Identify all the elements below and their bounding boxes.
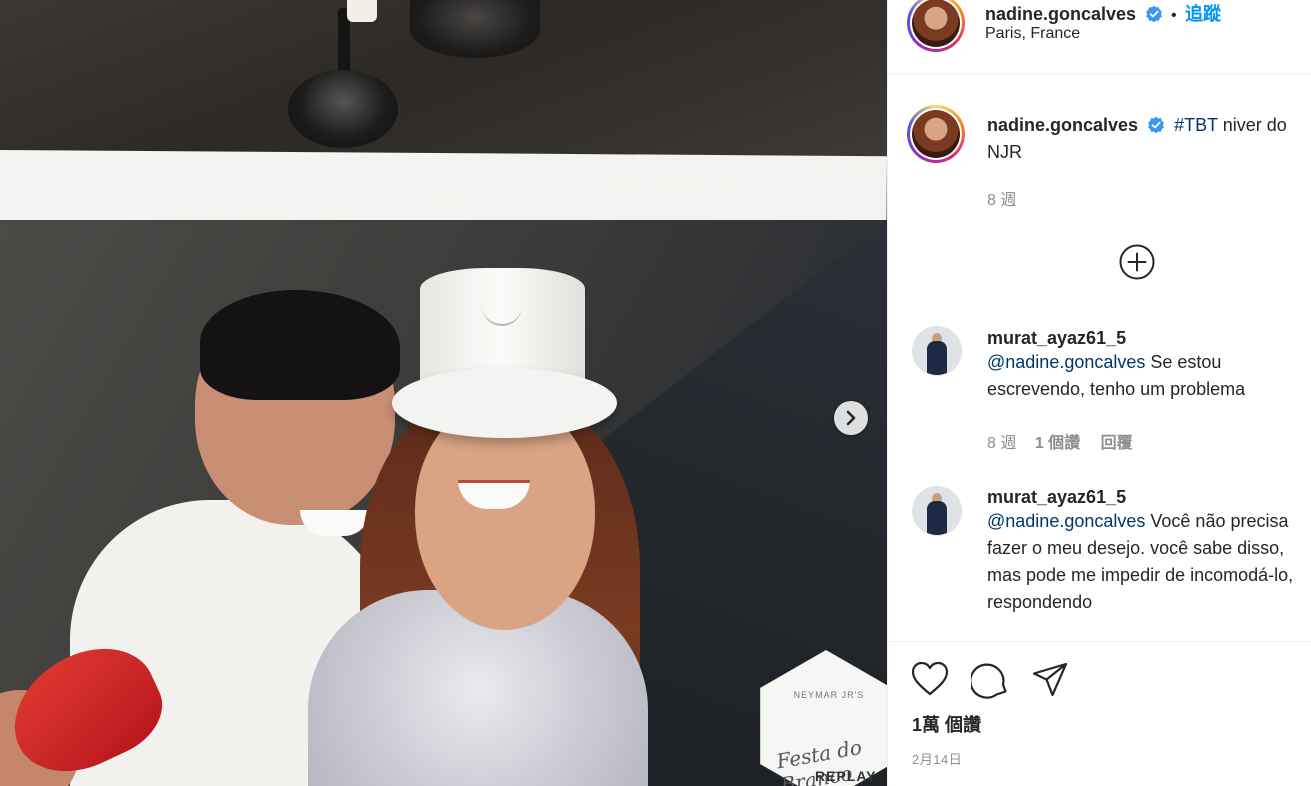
comment-body: @nadine.goncalves Você não precisa fazer… bbox=[987, 508, 1309, 616]
badge-title: NEYMAR JR'S bbox=[793, 690, 865, 700]
post-photo[interactable]: NEYMAR JR'S Festa do Branco REPLAY bbox=[0, 0, 887, 786]
post-header: nadine.goncalves • 追蹤 Paris, France bbox=[888, 0, 1311, 75]
caption-username[interactable]: nadine.goncalves bbox=[987, 115, 1138, 135]
author-avatar[interactable] bbox=[907, 0, 965, 52]
comment-item: murat_ayaz61_5 @nadine.goncalves Se esto… bbox=[987, 328, 1309, 403]
paper-plane-icon bbox=[1032, 662, 1068, 697]
commenter-avatar[interactable] bbox=[912, 326, 962, 376]
likes-count[interactable]: 1萬 個讚 bbox=[912, 711, 981, 737]
actions-divider bbox=[888, 641, 1311, 642]
comment-username[interactable]: murat_ayaz61_5 bbox=[987, 328, 1309, 349]
follow-button[interactable]: 追蹤 bbox=[1185, 4, 1221, 24]
share-button[interactable] bbox=[1031, 661, 1069, 704]
comment-mention[interactable]: @nadine.goncalves bbox=[987, 511, 1145, 531]
post-side-panel: nadine.goncalves • 追蹤 Paris, France nadi… bbox=[887, 0, 1311, 786]
candle-holder bbox=[288, 70, 398, 148]
candle bbox=[347, 0, 377, 22]
caption: nadine.goncalves #TBT niver do NJR bbox=[987, 112, 1309, 166]
header-title-row: nadine.goncalves • 追蹤 bbox=[985, 0, 1221, 26]
caption-line-1: nadine.goncalves #TBT niver do bbox=[987, 112, 1309, 139]
verified-badge-icon bbox=[1145, 5, 1162, 23]
post-date[interactable]: 2月14日 bbox=[912, 749, 962, 768]
commenter-avatar[interactable] bbox=[912, 486, 962, 536]
printed-photo: NEYMAR JR'S Festa do Branco REPLAY bbox=[0, 220, 887, 786]
comment-bubble-icon bbox=[969, 663, 1007, 699]
next-photo-button[interactable] bbox=[834, 401, 868, 435]
load-more-comments-button[interactable] bbox=[1118, 243, 1156, 281]
plus-circle-icon bbox=[1119, 244, 1155, 280]
comment-like-count[interactable]: 1 個讚 bbox=[1035, 435, 1080, 452]
verified-badge-icon bbox=[1148, 116, 1164, 134]
comment-meta: 8 週 1 個讚 回覆 bbox=[987, 429, 1133, 453]
avatar-image bbox=[912, 0, 960, 47]
post-location[interactable]: Paris, France bbox=[985, 25, 1080, 43]
comment-mention[interactable]: @nadine.goncalves bbox=[987, 352, 1145, 372]
avatar-image bbox=[912, 110, 960, 158]
comment-button[interactable] bbox=[969, 661, 1009, 704]
caption-timestamp[interactable]: 8 週 bbox=[987, 186, 1016, 210]
like-button[interactable] bbox=[911, 661, 949, 702]
separator-dot: • bbox=[1170, 7, 1177, 24]
candle-holder-back bbox=[410, 0, 540, 58]
man-hair bbox=[200, 290, 400, 400]
heart-icon bbox=[911, 661, 949, 696]
comment-item: murat_ayaz61_5 @nadine.goncalves Você nã… bbox=[987, 487, 1309, 616]
author-username[interactable]: nadine.goncalves bbox=[985, 4, 1136, 24]
chevron-right-icon bbox=[846, 410, 856, 426]
caption-hashtag[interactable]: #TBT bbox=[1174, 115, 1218, 135]
caption-line-2: NJR bbox=[987, 142, 1022, 162]
badge-replay: REPLAY bbox=[815, 768, 877, 784]
caption-author-avatar[interactable] bbox=[907, 105, 965, 163]
caption-text: niver do bbox=[1217, 115, 1287, 135]
comment-reply-button[interactable]: 回覆 bbox=[1101, 435, 1133, 452]
comment-timestamp[interactable]: 8 週 bbox=[987, 435, 1016, 452]
comment-username[interactable]: murat_ayaz61_5 bbox=[987, 487, 1309, 508]
top-hat-brim bbox=[392, 368, 617, 438]
comment-body: @nadine.goncalves Se estou escrevendo, t… bbox=[987, 349, 1309, 403]
